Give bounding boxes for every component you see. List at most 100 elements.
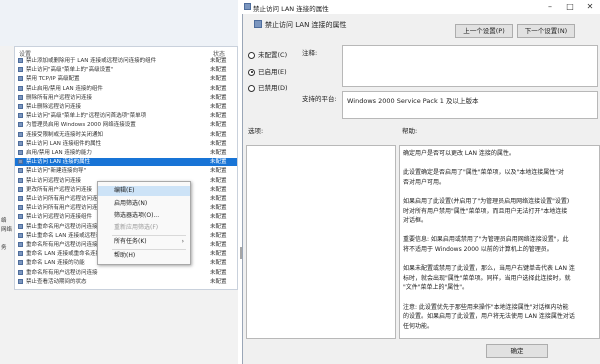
help-text-line: 标时，就会出现"属性"菜单项。同样，当用户选择此连接时，就 (403, 274, 571, 282)
policy-row-name: 为管理员启用 Windows 2000 网络连接设置 (26, 122, 136, 129)
policy-row-state: 未配置 (210, 131, 227, 138)
help-text-line: 确定用户是否可以更改 LAN 连接的属性。 (403, 150, 515, 157)
policy-row[interactable]: 禁止访问 LAN 连接组件的属性 未配置 (15, 140, 237, 148)
policy-row[interactable]: 禁止访问"高级"菜单上的"远程访问首选项"菜单项 未配置 (15, 112, 237, 120)
minimize-button[interactable]: – (540, 0, 560, 14)
policy-row[interactable]: 禁止启用/禁用 LAN 连接的组件 未配置 (15, 85, 237, 93)
policy-setting-icon (18, 278, 23, 284)
policy-row-state: 未配置 (210, 168, 227, 175)
policy-row[interactable]: 为管理员启用 Windows 2000 网络连接设置 未配置 (15, 121, 237, 129)
context-menu-item[interactable]: 所有任务(K) › (98, 237, 190, 247)
policy-setting-icon (18, 196, 23, 201)
policy-name: 禁止访问 LAN 连接的属性 (265, 21, 347, 29)
policy-row[interactable]: 重命名所有用户远程访问连接 未配置 (15, 269, 237, 277)
policy-row[interactable]: 删除所有用户远程访问连接 未配置 (15, 94, 237, 102)
context-menu-item-label: 筛选器选项(O)... (114, 212, 160, 219)
tree-node-label[interactable]: 务 (1, 243, 7, 251)
radio-enabled[interactable]: 已启用(E) (248, 66, 287, 76)
policy-setting-icon (18, 214, 23, 220)
policy-row-state: 未配置 (210, 214, 227, 221)
menu-separator (112, 235, 186, 236)
radio-disabled-indicator[interactable] (248, 84, 255, 92)
policy-setting-icon (18, 76, 23, 82)
help-text-line: 时对所有用户禁用"属性"菜单项，而且用户无法打开"本地连接 (403, 207, 568, 215)
window-title: 禁止访问 LAN 连接的属性 (253, 5, 329, 13)
ok-button[interactable]: 确定 (486, 344, 548, 358)
policy-setting-icon (18, 159, 23, 165)
supported-platform-box: Windows 2000 Service Pack 1 及以上版本 (342, 91, 598, 119)
policy-setting-icon (254, 20, 262, 28)
context-menu-item[interactable]: 启用筛选(N) (98, 199, 190, 209)
radio-disabled[interactable]: 已禁用(D) (248, 82, 288, 92)
policy-row[interactable]: 禁止删除远程访问连接 未配置 (15, 103, 237, 111)
policy-row-name: 禁止启用/禁用 LAN 连接的组件 (26, 85, 103, 92)
radio-not-configured[interactable]: 未配置(C) (248, 49, 287, 59)
policy-setting-icon (18, 67, 23, 73)
options-pane (246, 145, 396, 339)
context-menu-item-label: 编辑(E) (114, 187, 135, 194)
policy-setting-icon (18, 223, 23, 229)
supported-platform-label: 支持的平台: (302, 95, 337, 103)
policy-row-state: 未配置 (210, 196, 227, 202)
tree-node-label[interactable]: 网络 (1, 225, 12, 233)
policy-row-state: 未配置 (210, 58, 227, 64)
policy-row[interactable]: 启用/禁用 LAN 连接的能力 未配置 (15, 149, 237, 157)
policy-row[interactable]: 禁用 TCP/IP 高级配置 未配置 (15, 75, 237, 83)
policy-setting-icon (18, 186, 23, 192)
help-text-line: 否对用户可用。 (403, 178, 446, 186)
policy-setting-icon (18, 104, 23, 109)
policy-row-state: 未配置 (210, 113, 227, 120)
policy-row-state: 未配置 (210, 104, 227, 110)
policy-setting-icon (18, 232, 23, 238)
policy-setting-icon (18, 177, 23, 183)
context-menu-item[interactable]: 筛选器选项(O)... (98, 211, 190, 221)
policy-setting-icon (18, 58, 23, 63)
policy-row[interactable]: 禁止访问"高级"菜单上的"高级设置" 未配置 (15, 66, 237, 74)
comment-textarea[interactable] (342, 45, 598, 87)
next-setting-button[interactable]: 下一个设置(N) (517, 24, 575, 38)
policy-setting-icon (18, 113, 23, 119)
radio-enabled-label: 已启用(E) (258, 68, 287, 76)
policy-row-name: 禁止删除远程访问连接 (26, 104, 82, 110)
help-text-line: 注意: 此设置优先于那些用来操作"本地连接属性"对话框内功能 (403, 303, 569, 311)
radio-not-configured-label: 未配置(C) (258, 51, 288, 59)
policy-row-name: 重命名所有用户远程访问连接 (26, 269, 98, 276)
policy-setting-icon (18, 131, 23, 137)
maximize-button[interactable]: □ (560, 0, 580, 14)
context-menu-item[interactable]: 编辑(E) (98, 186, 190, 196)
policy-row-state: 未配置 (210, 251, 227, 258)
policy-setting-icon (18, 251, 23, 257)
editor-toolbar-area (0, 0, 238, 46)
help-text-line: 对话框。 (403, 217, 428, 225)
policy-setting-icon (18, 85, 23, 91)
policy-setting-icon (18, 140, 23, 146)
context-menu-item[interactable]: 帮助(H) (98, 251, 190, 261)
context-menu-item-label: 重新应用筛选(F) (114, 224, 159, 231)
policy-row[interactable]: 禁止访问"新建连接向导" 未配置 (15, 167, 237, 175)
help-text-line: 重要信息: 如果启用或禁用了"为管理员启用网络连接设置"，此 (403, 236, 569, 244)
policy-row[interactable]: 禁止访问 LAN 连接的属性 未配置 (15, 158, 237, 167)
policy-setting-icon (18, 122, 23, 128)
policy-row-state: 未配置 (210, 85, 227, 92)
policy-row-state: 未配置 (210, 186, 227, 193)
help-text-line: 任何功能。 (403, 322, 434, 330)
policy-row-state: 未配置 (210, 76, 227, 83)
radio-enabled-indicator[interactable] (248, 68, 255, 76)
policy-setting-icon (18, 94, 23, 100)
radio-disabled-label: 已禁用(D) (258, 84, 288, 92)
previous-setting-button[interactable]: 上一个设置(P) (455, 24, 513, 38)
policy-row-name: 禁止访问"新建连接向导" (26, 168, 87, 175)
help-text-line: 此设置确定是否启用了"属性"菜单项，以及"本地连接属性"对 (403, 169, 565, 177)
close-button[interactable]: ✕ (580, 0, 600, 14)
tree-node-label[interactable]: 络 (1, 216, 7, 224)
policy-row[interactable]: 连接受限制或无连接时关闭通知 未配置 (15, 131, 237, 139)
policy-setting-icon (18, 168, 23, 174)
context-menu: 编辑(E) 启用筛选(N) 筛选器选项(O)... 重新应用筛选(F) 所有任务(K) ›… (97, 181, 191, 265)
context-menu-item: 重新应用筛选(F) (98, 223, 190, 233)
policy-row-state: 未配置 (210, 122, 227, 129)
policy-row[interactable]: 禁止添加或删除用于 LAN 连接或远程访问连接的组件 未配置 (15, 57, 237, 65)
policy-row[interactable]: 禁止查看活动期间的状态 未配置 (15, 278, 237, 286)
help-text-line: "文件"菜单上的"属性"。 (403, 284, 469, 292)
help-text-line: 如果启用了此设置(并启用了"为管理员启用网络连接设置"设置) (403, 198, 570, 205)
radio-not-configured-indicator[interactable] (248, 51, 255, 59)
